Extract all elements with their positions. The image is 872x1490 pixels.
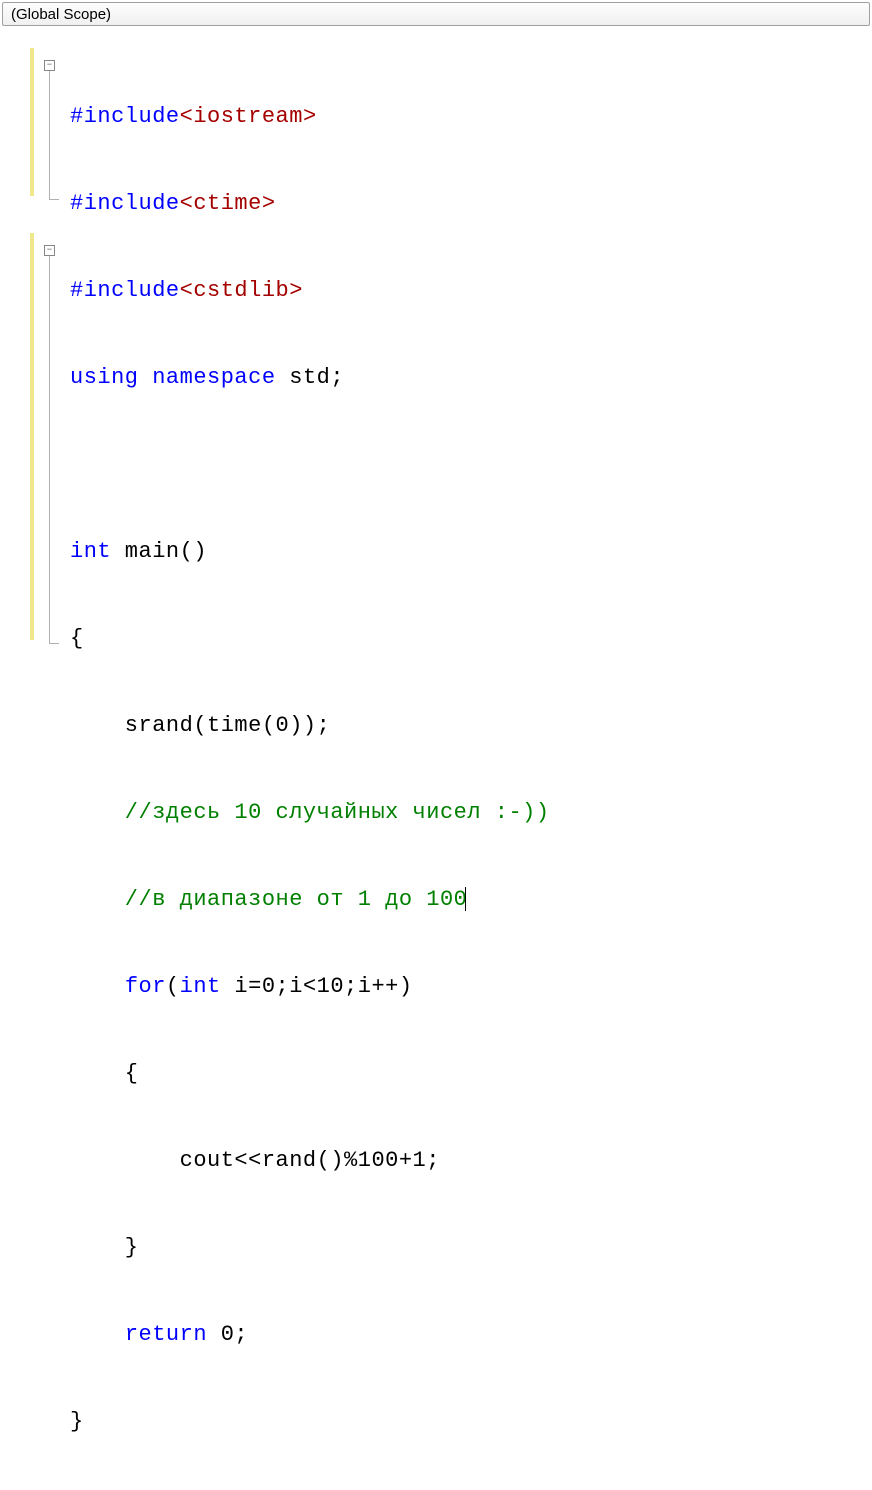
gutter: − − (0, 48, 70, 1490)
code-line-16: } (70, 1403, 872, 1440)
scope-label: (Global Scope) (11, 6, 111, 23)
code-line-10: //в диапазоне от 1 до 100 (70, 881, 872, 918)
code-line-1: #include<iostream> (70, 98, 872, 135)
code-line-2: #include<ctime> (70, 185, 872, 222)
code-line-6: int main() (70, 533, 872, 570)
code-line-9: //здесь 10 случайных чисел :-)) (70, 794, 872, 831)
code-line-14: } (70, 1229, 872, 1266)
code-line-13: cout<<rand()%100+1; (70, 1142, 872, 1179)
code-editor[interactable]: − − #include<iostream> #include<ctime> #… (0, 28, 872, 1490)
fold-line-1 (49, 71, 50, 199)
code-line-11: for(int i=0;i<10;i++) (70, 968, 872, 1005)
code-line-8: srand(time(0)); (70, 707, 872, 744)
fold-toggle-1[interactable]: − (44, 60, 55, 71)
fold-toggle-2[interactable]: − (44, 245, 55, 256)
change-bar-1 (30, 48, 34, 196)
code-line-12: { (70, 1055, 872, 1092)
code-line-7: { (70, 620, 872, 657)
fold-line-2h (49, 643, 59, 644)
code-content[interactable]: #include<iostream> #include<ctime> #incl… (70, 48, 872, 1490)
fold-line-2 (49, 256, 50, 643)
code-line-3: #include<cstdlib> (70, 272, 872, 309)
code-line-15: return 0; (70, 1316, 872, 1353)
scope-dropdown[interactable]: (Global Scope) (2, 2, 870, 26)
code-line-4: using namespace std; (70, 359, 872, 396)
text-cursor (465, 887, 466, 911)
fold-line-1h (49, 199, 59, 200)
change-bar-2 (30, 233, 34, 640)
code-line-5 (70, 446, 872, 483)
